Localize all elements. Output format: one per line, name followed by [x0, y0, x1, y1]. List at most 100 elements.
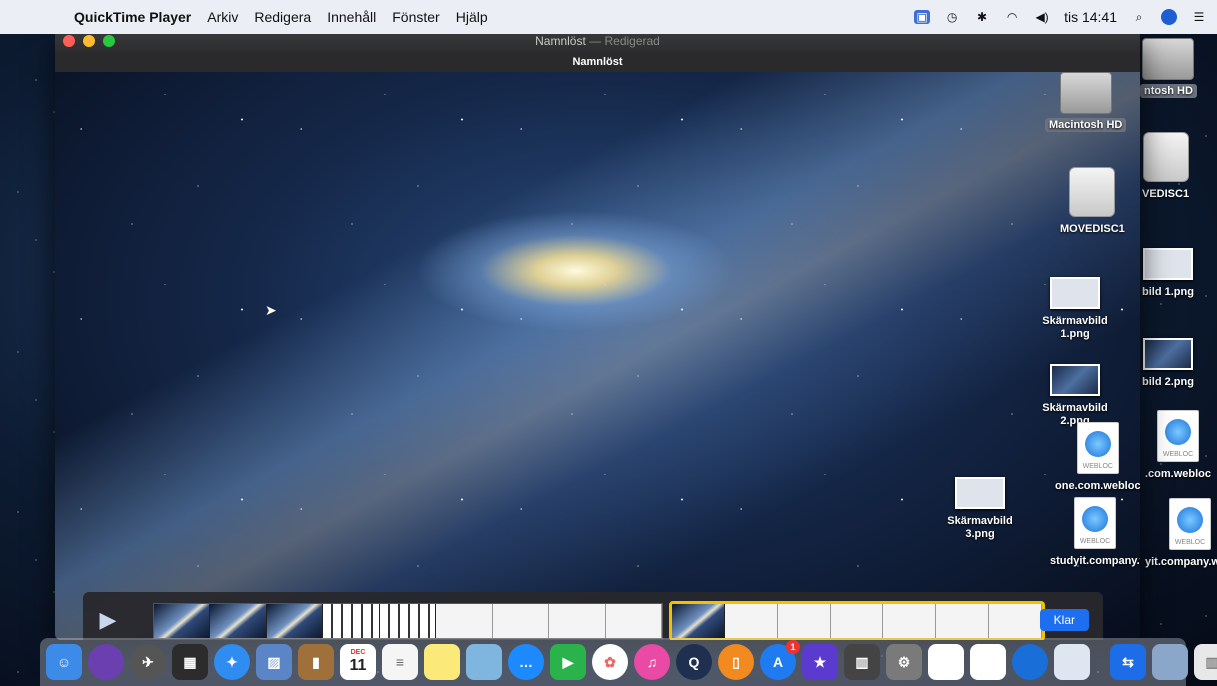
system-preferences-icon[interactable]: ⚙	[886, 644, 922, 680]
desktop-icon-macintosh-hd[interactable]: Macintosh HD	[1045, 72, 1127, 132]
video-stars	[55, 72, 1140, 640]
desktop-icon-studyit-webloc[interactable]: WEBLOC studyit.company.webloc	[1050, 497, 1140, 568]
siri-icon[interactable]	[88, 644, 124, 680]
launchpad-icon[interactable]: ✈	[130, 644, 166, 680]
icon-label: Skärmavbild 1.png	[1042, 315, 1108, 340]
clip-frame	[266, 604, 324, 638]
maps-icon[interactable]	[466, 644, 502, 680]
desktop-icon-screenshot1[interactable]: Skärmavbild 1.png	[1030, 277, 1120, 341]
menu-hjalp[interactable]: Hjälp	[456, 9, 488, 25]
webloc-file-icon: WEBLOC	[1169, 498, 1211, 550]
safari-compass-icon	[1082, 506, 1108, 532]
clip-strip-selected[interactable]	[669, 601, 1045, 640]
webloc-file-icon: WEBLOC	[1157, 410, 1200, 462]
notification-center-icon[interactable]: ☰	[1191, 10, 1207, 24]
contacts-icon[interactable]: ▮	[298, 644, 334, 680]
textedit-icon[interactable]	[1054, 644, 1090, 680]
clip-frame	[883, 604, 937, 638]
messages-icon[interactable]: …	[508, 644, 544, 680]
webloc-file-icon: WEBLOC	[1074, 497, 1116, 549]
teamviewer-status-icon[interactable]: ▣	[914, 10, 931, 24]
zoom-button[interactable]	[103, 35, 115, 47]
menu-innehall[interactable]: Innehåll	[327, 9, 376, 25]
desktop-icon-onecom-back[interactable]: WEBLOC .com.webloc	[1145, 410, 1211, 481]
time-machine-icon[interactable]: ◷	[944, 10, 960, 24]
menu-redigera[interactable]: Redigera	[254, 9, 311, 25]
hard-drive-icon	[1142, 38, 1195, 80]
clip-frame	[379, 604, 437, 638]
desktop-icon-studyit-back[interactable]: WEBLOC yit.company.webloc	[1145, 498, 1217, 569]
photos-icon[interactable]: ✿	[592, 644, 628, 680]
desktop-icon-macintosh-hd-back[interactable]: ntosh HD	[1140, 38, 1197, 98]
window-title-edited: — Redigerad	[585, 34, 660, 48]
close-button[interactable]	[63, 35, 75, 47]
imovie-icon[interactable]: ★	[802, 644, 838, 680]
mouse-cursor-icon: ➤	[265, 302, 277, 318]
menu-arkiv[interactable]: Arkiv	[207, 9, 238, 25]
calendar-day: 11	[349, 657, 367, 674]
bluetooth-icon[interactable]: ✱	[974, 10, 990, 24]
notes-icon[interactable]	[424, 644, 460, 680]
webloc-text: WEBLOC	[1174, 539, 1206, 546]
menu-fonster[interactable]: Fönster	[392, 9, 439, 25]
video-frame[interactable]: ➤ Macintosh HD MOVEDISC1 Skärmavbild 1.p…	[55, 72, 1140, 640]
done-button[interactable]: Klar	[1039, 609, 1089, 631]
calendar-month: DEC	[350, 649, 366, 656]
music-icon[interactable]: ♫	[634, 644, 670, 680]
app-store-icon[interactable]: A 1	[760, 640, 800, 680]
clip-frame	[936, 604, 990, 638]
teamviewer-icon[interactable]: ⇆	[1110, 644, 1146, 680]
books-icon[interactable]: ▯	[718, 644, 754, 680]
webloc-text: WEBLOC	[1082, 463, 1113, 470]
play-button[interactable]: ▶	[83, 592, 133, 640]
quicktime-icon[interactable]: Q	[676, 644, 712, 680]
desktop-icon-screenshot1-back[interactable]: bild 1.png	[1142, 248, 1194, 299]
mission-control-icon[interactable]: ▦	[172, 644, 208, 680]
clip-frame	[492, 604, 550, 638]
trash-icon[interactable]: ▥	[1194, 644, 1217, 680]
document-icon[interactable]	[970, 644, 1006, 680]
finder-icon[interactable]: ☺	[46, 644, 82, 680]
downloads-icon[interactable]	[1152, 644, 1188, 680]
webloc-text: WEBLOC	[1162, 451, 1194, 458]
preview-icon[interactable]: ▨	[256, 644, 292, 680]
film-icon[interactable]: ▥	[844, 644, 880, 680]
image-thumbnail-icon	[1050, 364, 1100, 396]
calendar-icon[interactable]: DEC 11	[340, 644, 376, 680]
safari-icon[interactable]: ✦	[214, 644, 250, 680]
document-icon[interactable]	[928, 644, 964, 680]
traffic-lights	[63, 35, 115, 47]
thunderbird-icon[interactable]	[1012, 644, 1048, 680]
clip-frame	[605, 604, 662, 638]
window-title: Namnlöst	[535, 34, 586, 48]
clock[interactable]: tis 14:41	[1064, 9, 1117, 25]
icon-label: MOVEDISC1	[1060, 223, 1125, 235]
desktop-icon-screenshot3[interactable]: Skärmavbild 3.png	[935, 477, 1025, 541]
clip-frame	[210, 604, 267, 638]
icon-label: one.com.webloc	[1055, 480, 1140, 492]
clip-frame	[323, 604, 380, 638]
menu-app-name[interactable]: QuickTime Player	[74, 9, 191, 25]
wifi-icon[interactable]: ◠	[1004, 10, 1020, 24]
clip-frame	[830, 604, 884, 638]
desktop-icon-screenshot2[interactable]: Skärmavbild 2.png	[1030, 364, 1120, 428]
desktop-icon-screenshot2-back[interactable]: bild 2.png	[1142, 338, 1194, 389]
clip-frame	[549, 604, 606, 638]
desktop-icon-movedisc-back[interactable]: VEDISC1	[1142, 132, 1189, 201]
desktop-icon-movedisc1[interactable]: MOVEDISC1	[1060, 167, 1125, 236]
spotlight-search-icon[interactable]: ⌕	[1131, 10, 1147, 24]
image-thumbnail-icon	[1142, 338, 1193, 370]
volume-icon[interactable]: ◀)	[1034, 10, 1050, 24]
icon-label: studyit.company.webloc	[1050, 555, 1140, 567]
reminders-icon[interactable]: ≡	[382, 644, 418, 680]
siri-icon[interactable]	[1161, 9, 1177, 25]
desktop-icon-onecom-webloc[interactable]: WEBLOC one.com.webloc	[1055, 422, 1140, 493]
icon-label: bild 2.png	[1142, 376, 1194, 388]
facetime-icon[interactable]: ▶	[550, 644, 586, 680]
minimize-button[interactable]	[83, 35, 95, 47]
image-thumbnail-icon	[1142, 248, 1193, 280]
icon-label: ntosh HD	[1140, 84, 1197, 98]
document-title: Namnlöst	[55, 52, 1140, 73]
clip-strip-left[interactable]	[153, 603, 663, 639]
icon-label: VEDISC1	[1142, 188, 1190, 200]
